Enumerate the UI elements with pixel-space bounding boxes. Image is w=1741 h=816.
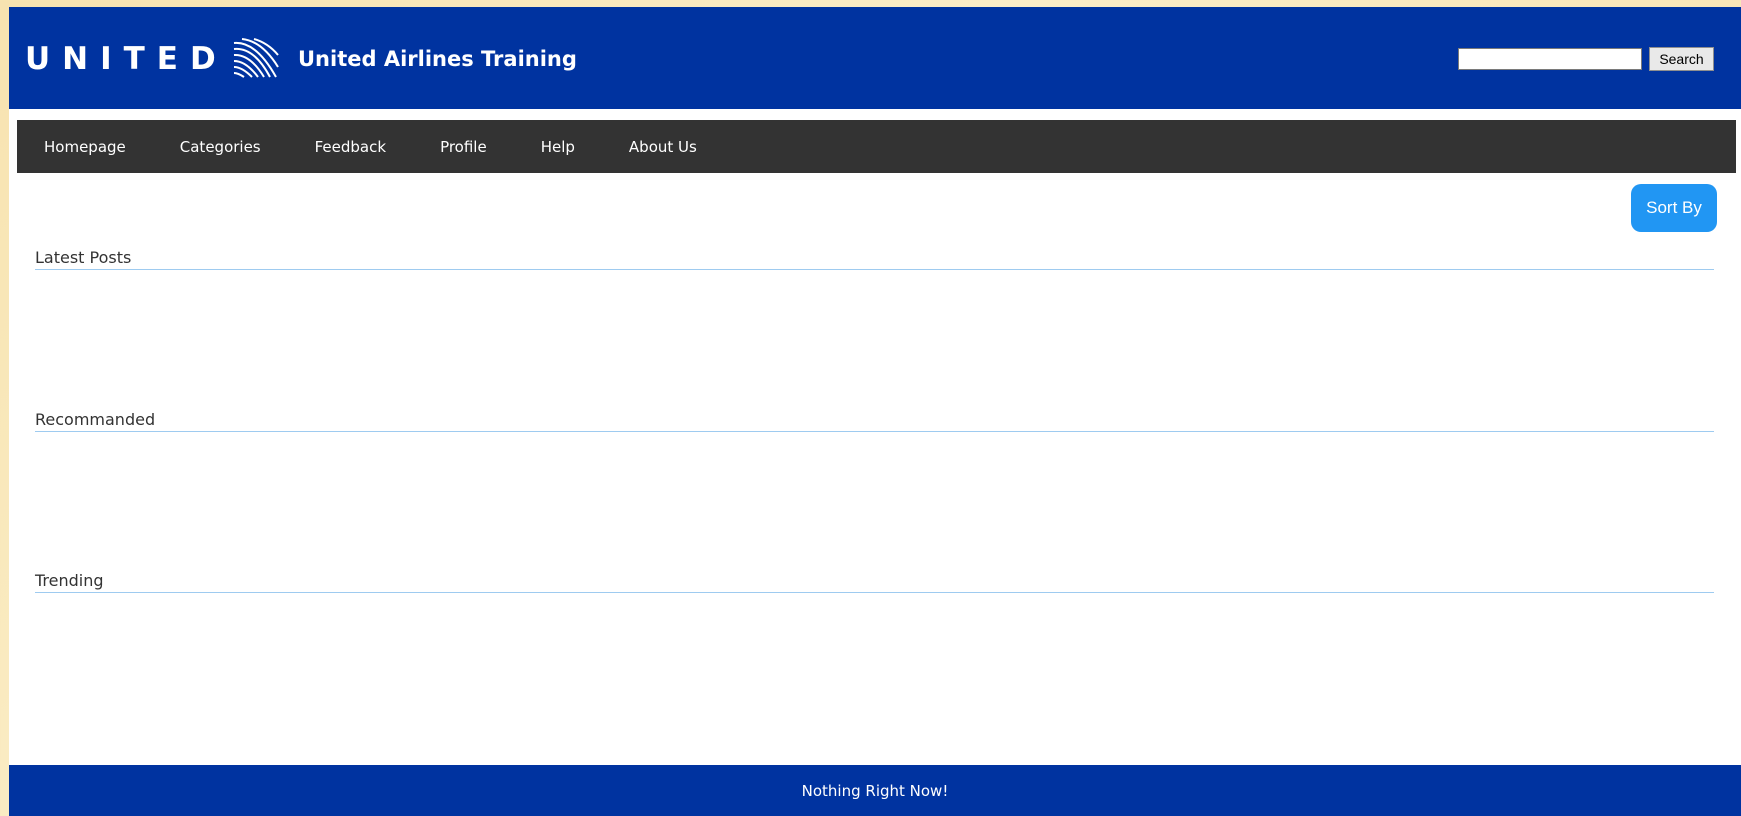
- search-button[interactable]: Search: [1649, 47, 1714, 71]
- nav-about-us[interactable]: About Us: [602, 138, 724, 156]
- sort-by-button[interactable]: Sort By: [1631, 184, 1717, 232]
- main-nav: Homepage Categories Feedback Profile Hel…: [17, 120, 1736, 173]
- globe-icon: [231, 37, 280, 81]
- section-latest-posts: Latest Posts: [35, 248, 1714, 270]
- search-input[interactable]: [1458, 48, 1642, 70]
- nav-profile[interactable]: Profile: [413, 138, 514, 156]
- nav-categories[interactable]: Categories: [153, 138, 288, 156]
- nav-feedback[interactable]: Feedback: [288, 138, 413, 156]
- footer: Nothing Right Now!: [9, 765, 1741, 816]
- page: UNITED United Airlines Training Search H…: [9, 7, 1741, 816]
- footer-text: Nothing Right Now!: [801, 782, 949, 800]
- section-trending: Trending: [35, 571, 1714, 593]
- top-header: UNITED United Airlines Training Search: [9, 7, 1741, 109]
- nav-homepage[interactable]: Homepage: [17, 138, 153, 156]
- brand-wordmark: UNITED: [25, 41, 228, 77]
- site-title: United Airlines Training: [298, 47, 577, 71]
- nav-help[interactable]: Help: [514, 138, 602, 156]
- section-recommended: Recommanded: [35, 410, 1714, 432]
- united-logo[interactable]: UNITED: [25, 37, 280, 81]
